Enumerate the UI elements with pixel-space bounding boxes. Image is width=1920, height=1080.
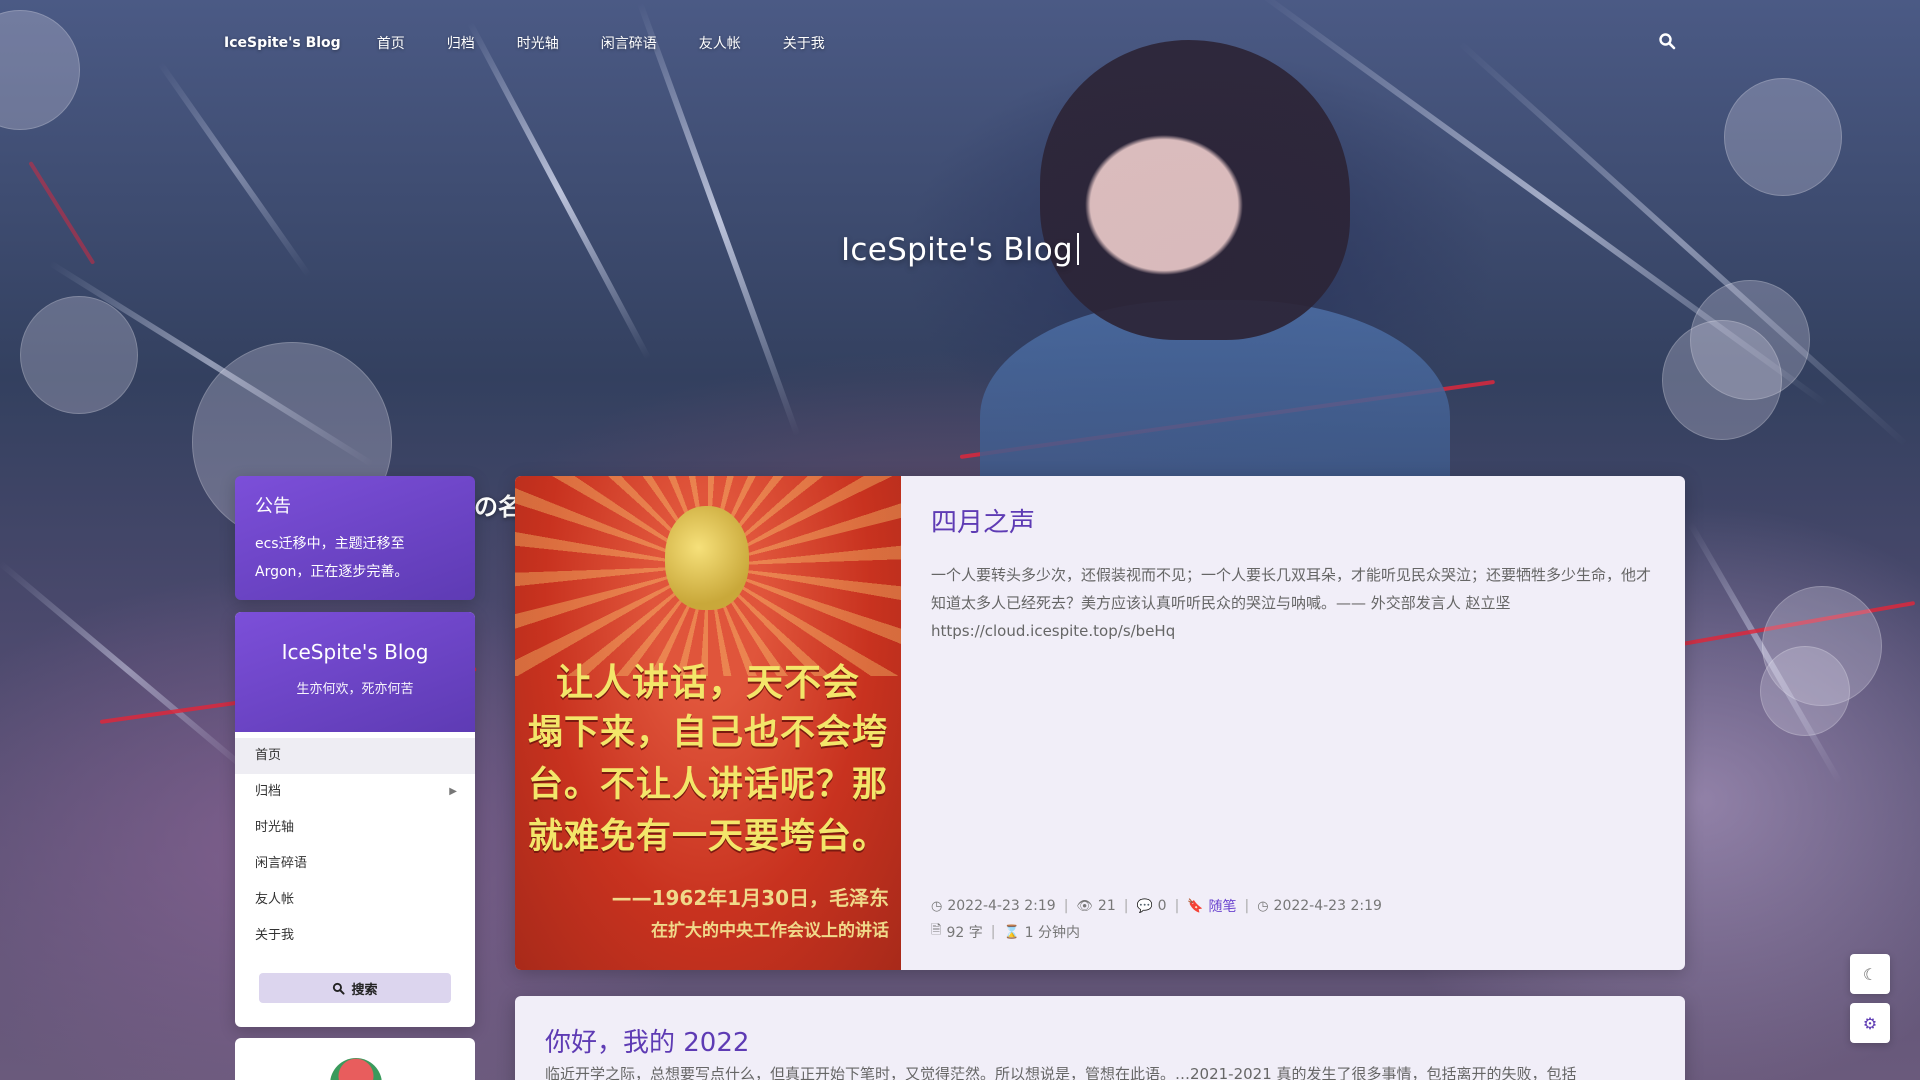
post-word-count: 92 字 bbox=[946, 925, 983, 941]
clock-icon: ◷ bbox=[1257, 898, 1269, 914]
post-date: 2022-4-23 2:19 bbox=[947, 898, 1056, 914]
thumbnail-text-line: 让人讲话，天不会 bbox=[556, 661, 860, 704]
sidebar-search-button[interactable]: 搜索 bbox=[259, 973, 451, 1003]
thumbnail-text-line: 就难免有一天要垮台。 bbox=[527, 817, 888, 857]
post-comments: 0 bbox=[1157, 898, 1167, 914]
sidebar-item-timeline[interactable]: 时光轴 bbox=[235, 810, 475, 846]
sidebar-item-archive[interactable]: 归档 ▶ bbox=[235, 774, 475, 810]
nav-item-timeline[interactable]: 时光轴 bbox=[517, 33, 559, 53]
chevron-right-icon: ▶ bbox=[449, 786, 457, 797]
nav-item-talks[interactable]: 闲言碎语 bbox=[601, 33, 657, 53]
sidebar-author-card bbox=[235, 1038, 475, 1080]
notice-card: 公告 ecs迁移中，主题迁移至Argon，正在逐步完善。 bbox=[235, 476, 475, 600]
clock-icon: ◷ bbox=[931, 898, 943, 914]
post-read-time: 1 分钟内 bbox=[1024, 925, 1080, 941]
avatar bbox=[330, 1058, 382, 1080]
thumbnail-text-line: 塌下来，自己也不会垮 bbox=[527, 713, 888, 753]
file-icon: 🗎 bbox=[931, 923, 942, 938]
sidebar-menu: 首页 归档 ▶ 时光轴 闲言碎语 友人帐 关于我 bbox=[235, 732, 475, 954]
search-icon bbox=[333, 982, 346, 995]
top-navbar: IceSpite's Blog 首页 归档 时光轴 闲言碎语 友人帐 关于我 bbox=[224, 28, 867, 58]
hero-title: IceSpite's Blog bbox=[0, 232, 1920, 268]
sidebar-item-about[interactable]: 关于我 bbox=[235, 918, 475, 954]
sidebar-header: IceSpite's Blog 生亦何欢，死亦何苦 bbox=[235, 612, 475, 732]
portrait-relief bbox=[665, 506, 749, 610]
notice-title: 公告 bbox=[255, 496, 291, 517]
nav-item-home[interactable]: 首页 bbox=[377, 33, 405, 53]
hourglass-icon: ⌛ bbox=[1003, 924, 1020, 940]
eye-icon: 👁 bbox=[1076, 898, 1093, 914]
thumbnail-credit: ——1962年1月30日，毛泽东 bbox=[611, 886, 889, 910]
bookmark-icon: 🔖 bbox=[1187, 898, 1204, 914]
post-thumbnail[interactable]: 让人讲话，天不会 塌下来，自己也不会垮 台。不让人讲话呢？那 就难免有一天要垮台… bbox=[515, 476, 901, 970]
sidebar-subtitle: 生亦何欢，死亦何苦 bbox=[296, 682, 414, 697]
thumbnail-text-line: 台。不让人讲话呢？那 bbox=[527, 765, 888, 805]
moon-icon: ☾ bbox=[1862, 964, 1878, 984]
post-modified: 2022-4-23 2:19 bbox=[1273, 898, 1382, 914]
post-card[interactable]: 让人讲话，天不会 塌下来，自己也不会垮 台。不让人讲话呢？那 就难免有一天要垮台… bbox=[515, 476, 1685, 970]
search-icon[interactable] bbox=[1658, 32, 1678, 52]
post-views: 21 bbox=[1097, 898, 1116, 914]
post-excerpt: 一个人要转头多少次，还假装视而不见；一个人要长几双耳朵，才能听见民众哭泣；还要牺… bbox=[931, 566, 1652, 640]
nav-item-archive[interactable]: 归档 bbox=[447, 33, 475, 53]
settings-button[interactable]: ⚙ bbox=[1850, 1003, 1890, 1043]
post-category[interactable]: 随笔 bbox=[1208, 896, 1236, 916]
post-title[interactable]: 你好，我的 2022 bbox=[545, 1022, 749, 1059]
sidebar-item-home[interactable]: 首页 bbox=[235, 738, 475, 774]
sidebar-item-talks[interactable]: 闲言碎语 bbox=[235, 846, 475, 882]
sidebar-title: IceSpite's Blog bbox=[281, 640, 429, 664]
comment-icon: 💬 bbox=[1136, 898, 1153, 914]
post-excerpt: 临近开学之际，总想要写点什么，但真正开始下笔时，又觉得茫然。所以想说是，管想在此… bbox=[545, 1065, 1577, 1080]
post-title[interactable]: 四月之声 bbox=[931, 502, 1655, 539]
sidebar-menu-card: IceSpite's Blog 生亦何欢，死亦何苦 首页 归档 ▶ 时光轴 闲言碎… bbox=[235, 612, 475, 1027]
post-meta-secondary: 🗎 92 字 | ⌛ 1 分钟内 bbox=[931, 923, 1080, 941]
nav-brand[interactable]: IceSpite's Blog bbox=[224, 35, 341, 51]
thumbnail-credit: 在扩大的中央工作会议上的讲话 bbox=[651, 921, 889, 941]
sidebar-item-friends[interactable]: 友人帐 bbox=[235, 882, 475, 918]
notice-text: ecs迁移中，主题迁移至Argon，正在逐步完善。 bbox=[255, 536, 409, 580]
gear-icon: ⚙ bbox=[1862, 1013, 1878, 1033]
nav-item-friends[interactable]: 友人帐 bbox=[699, 33, 741, 53]
nav-item-about[interactable]: 关于我 bbox=[783, 33, 825, 53]
post-meta: ◷ 2022-4-23 2:19 | 👁 21 | 💬 0 | 🔖 随笔 | ◷ 2022… bbox=[931, 896, 1382, 916]
post-card[interactable]: 你好，我的 2022 临近开学之际，总想要写点什么，但真正开始下笔时，又觉得茫然… bbox=[515, 996, 1685, 1080]
typing-cursor bbox=[1077, 233, 1079, 265]
dark-mode-toggle[interactable]: ☾ bbox=[1850, 954, 1890, 994]
